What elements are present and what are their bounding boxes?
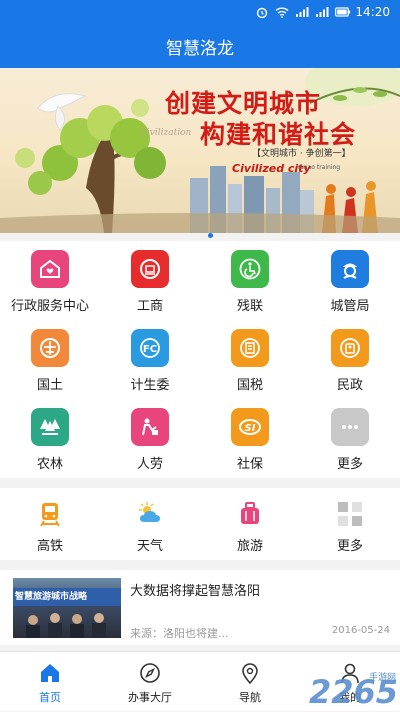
banner-script-text: Civilization bbox=[140, 128, 192, 138]
service-human-labor[interactable]: 人劳 bbox=[100, 399, 200, 478]
quick-high-speed-rail[interactable]: 高铁 bbox=[0, 488, 100, 560]
quick-label: 高铁 bbox=[36, 539, 63, 554]
svg-text:FC: FC bbox=[143, 344, 157, 355]
status-bar: 14:20 bbox=[0, 0, 400, 24]
service-label: 更多 bbox=[336, 457, 363, 472]
watermark-logo: 2265 bbox=[308, 673, 398, 711]
service-label: 工商 bbox=[136, 299, 163, 314]
banner-subtitle: 【文明城市 · 争创第一】 bbox=[252, 149, 351, 159]
grid-icon bbox=[334, 498, 366, 530]
tab-navigation[interactable]: 导航 bbox=[200, 652, 300, 712]
carousel-indicator[interactable] bbox=[208, 233, 213, 238]
quick-links: 高铁 天气 旅游 更多 bbox=[0, 488, 400, 560]
labor-icon bbox=[131, 408, 169, 446]
more-dots-icon bbox=[331, 408, 369, 446]
status-time: 14:20 bbox=[355, 5, 390, 19]
service-label: 民政 bbox=[336, 378, 363, 393]
tax-icon bbox=[231, 329, 269, 367]
page-title: 智慧洛龙 bbox=[166, 38, 234, 59]
service-label: 城管局 bbox=[330, 299, 370, 314]
service-label: 国土 bbox=[36, 378, 63, 393]
home-icon bbox=[38, 661, 62, 685]
location-pin-icon bbox=[238, 661, 262, 685]
news-title: 大数据将撑起智慧洛阳 bbox=[130, 584, 261, 599]
compass-icon bbox=[138, 661, 162, 685]
news-thumbnail: 智慧旅游城市战略 bbox=[13, 578, 121, 638]
services-grid: 行政服务中心 工商 残联 城管局 国土 FC 计生委 国税 民政 农林 人劳 S… bbox=[0, 241, 400, 478]
news-source: 来源：洛阳也将建... bbox=[130, 627, 229, 640]
alarm-icon bbox=[255, 6, 269, 19]
land-icon bbox=[31, 329, 69, 367]
service-label: 人劳 bbox=[136, 457, 163, 472]
svg-text:SI: SI bbox=[245, 423, 256, 434]
family-planning-icon: FC bbox=[131, 329, 169, 367]
disability-icon bbox=[231, 250, 269, 288]
service-label: 社保 bbox=[236, 457, 263, 472]
service-label: 国税 bbox=[236, 378, 263, 393]
signal-icon bbox=[295, 6, 309, 18]
service-label: 农林 bbox=[36, 457, 63, 472]
wifi-icon bbox=[275, 6, 289, 18]
service-civil-affairs[interactable]: 民政 bbox=[300, 320, 400, 399]
battery-icon bbox=[335, 6, 351, 18]
forest-icon bbox=[31, 408, 69, 446]
service-industry-commerce[interactable]: 工商 bbox=[100, 241, 200, 320]
service-admin-center[interactable]: 行政服务中心 bbox=[0, 241, 100, 320]
emblem-icon bbox=[131, 250, 169, 288]
service-label: 残联 bbox=[236, 299, 263, 314]
officer-icon bbox=[331, 250, 369, 288]
weather-icon bbox=[134, 498, 166, 530]
quick-label: 天气 bbox=[136, 539, 163, 554]
tab-label: 导航 bbox=[239, 691, 261, 704]
news-date: 2016-05-24 bbox=[331, 625, 390, 636]
tab-label: 首页 bbox=[39, 691, 61, 704]
service-family-planning[interactable]: FC 计生委 bbox=[100, 320, 200, 399]
banner-small-text: Yunao training bbox=[297, 164, 341, 171]
service-label: 计生委 bbox=[130, 378, 170, 393]
service-label: 行政服务中心 bbox=[10, 299, 89, 314]
service-land[interactable]: 国土 bbox=[0, 320, 100, 399]
luggage-icon bbox=[234, 498, 266, 530]
service-urban-management[interactable]: 城管局 bbox=[300, 241, 400, 320]
quick-weather[interactable]: 天气 bbox=[100, 488, 200, 560]
news-item[interactable]: 智慧旅游城市战略 大数据将撑起智慧洛阳 来源：洛阳也将建... 2016-05-… bbox=[0, 570, 400, 645]
tab-service-hall[interactable]: 办事大厅 bbox=[100, 652, 200, 712]
quick-more[interactable]: 更多 bbox=[300, 488, 400, 560]
service-more[interactable]: 更多 bbox=[300, 399, 400, 478]
heart-house-icon bbox=[31, 250, 69, 288]
promo-banner[interactable]: 创建文明城市 Civilization 构建和谐社会 【文明城市 · 争创第一】… bbox=[0, 68, 400, 233]
train-icon bbox=[34, 498, 66, 530]
service-national-tax[interactable]: 国税 bbox=[200, 320, 300, 399]
service-agriculture-forestry[interactable]: 农林 bbox=[0, 399, 100, 478]
tab-home[interactable]: 首页 bbox=[0, 652, 100, 712]
service-disabled-federation[interactable]: 残联 bbox=[200, 241, 300, 320]
civil-affairs-icon bbox=[331, 329, 369, 367]
social-security-icon: SI bbox=[231, 408, 269, 446]
tab-label: 办事大厅 bbox=[128, 691, 172, 704]
quick-label: 更多 bbox=[336, 539, 363, 554]
service-social-security[interactable]: SI 社保 bbox=[200, 399, 300, 478]
bottom-tab-bar: 首页 办事大厅 导航 我的 手游网 2265 bbox=[0, 651, 400, 711]
app-header: 智慧洛龙 bbox=[0, 24, 400, 68]
quick-label: 旅游 bbox=[236, 539, 263, 554]
signal-icon-2 bbox=[315, 6, 329, 18]
quick-tourism[interactable]: 旅游 bbox=[200, 488, 300, 560]
